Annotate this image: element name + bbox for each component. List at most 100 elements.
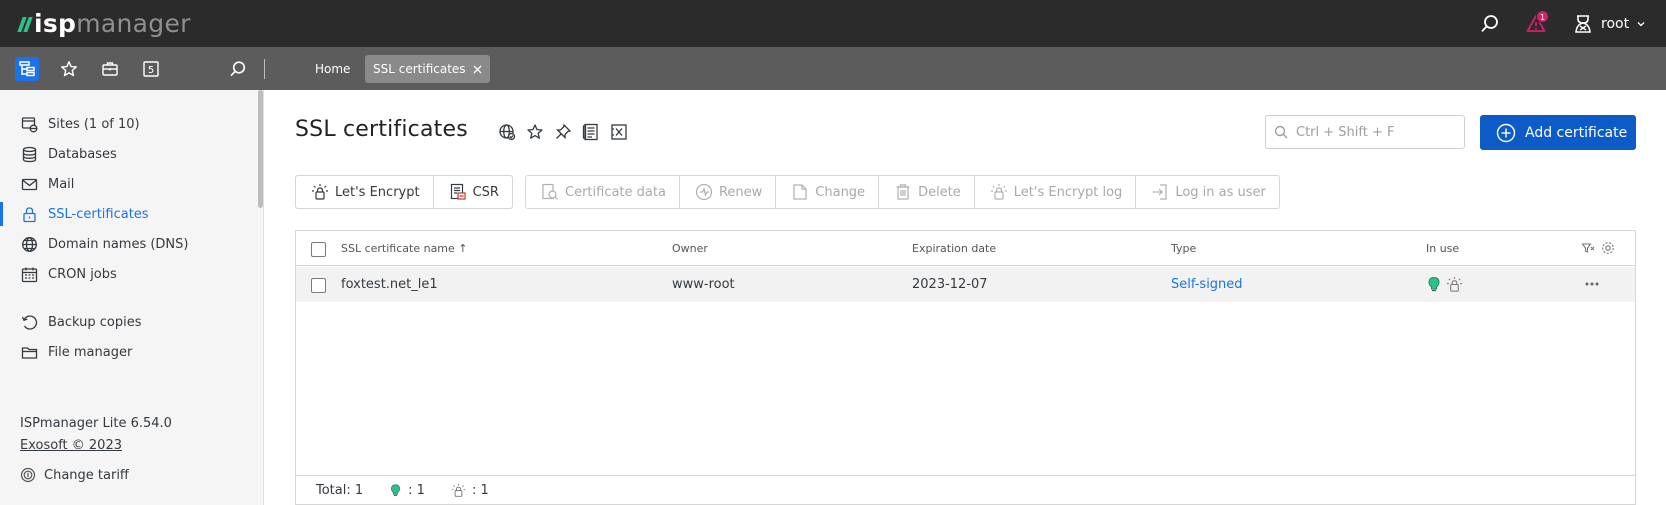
change-button[interactable]: Change xyxy=(776,176,880,208)
csr-button[interactable]: CSR xyxy=(434,176,512,208)
favorite-star-icon[interactable] xyxy=(525,122,545,142)
sort-ascending-icon: ↑ xyxy=(458,242,468,255)
window-five-icon[interactable]: 5 xyxy=(139,57,163,81)
sidebar-item-file-manager[interactable]: File manager xyxy=(0,338,258,366)
tree-menu-icon[interactable] xyxy=(15,57,39,81)
title-actions xyxy=(497,122,629,142)
breadcrumb-label: SSL certificates xyxy=(373,62,466,76)
add-certificate-button[interactable]: Add certificate xyxy=(1480,115,1636,150)
lets-encrypt-log-button[interactable]: Let's Encrypt log xyxy=(975,176,1137,208)
log-in-as-user-button[interactable]: Log in as user xyxy=(1136,176,1279,208)
chevron-down-icon xyxy=(1637,20,1645,28)
lets-encrypt-button[interactable]: Let's Encrypt xyxy=(296,176,434,208)
sidebar-scrollbar[interactable] xyxy=(258,90,263,208)
certificate-data-button[interactable]: Certificate data xyxy=(526,176,680,208)
sidebar-item-backup-copies[interactable]: Backup copies xyxy=(0,308,258,336)
toolbar-group-actions: Certificate data Renew Change Delete Let… xyxy=(525,175,1280,209)
cell-name: foxtest.net_le1 xyxy=(341,277,438,292)
sidebar: Sites (1 of 10) Databases Mail SSL-certi… xyxy=(0,90,264,505)
lets-encrypt-count: : 1 xyxy=(471,483,489,498)
change-tariff-label: Change tariff xyxy=(44,467,129,483)
sidebar-item-label: Domain names (DNS) xyxy=(48,236,189,252)
column-header-type[interactable]: Type xyxy=(1171,231,1196,266)
cell-expiration: 2023-12-07 xyxy=(912,277,988,292)
delete-button[interactable]: Delete xyxy=(879,176,975,208)
user-icon xyxy=(1573,14,1593,34)
column-header-owner[interactable]: Owner xyxy=(672,231,708,266)
favorites-star-icon[interactable] xyxy=(57,57,81,81)
filter-icon[interactable] xyxy=(1581,241,1595,255)
certificates-table: SSL certificate name ↑ Owner Expiration … xyxy=(295,230,1636,505)
delete-label: Delete xyxy=(918,184,961,200)
sidebar-item-label: SSL-certificates xyxy=(48,206,149,222)
tariff-icon xyxy=(20,467,36,483)
lock-icon xyxy=(20,205,38,223)
table-search[interactable] xyxy=(1265,115,1465,149)
column-header-name[interactable]: SSL certificate name ↑ xyxy=(341,231,468,266)
log-in-as-user-label: Log in as user xyxy=(1175,184,1266,200)
user-name: root xyxy=(1601,16,1630,32)
globe-cert-icon[interactable] xyxy=(497,122,517,142)
sidebar-item-domain-names[interactable]: Domain names (DNS) xyxy=(0,230,258,258)
column-header-expiration[interactable]: Expiration date xyxy=(912,231,996,266)
globe-icon xyxy=(20,235,38,253)
search-input[interactable] xyxy=(1296,124,1456,140)
sidebar-item-ssl-certificates[interactable]: SSL-certificates xyxy=(0,200,258,228)
footer-lightbulb-icon xyxy=(389,483,402,498)
breadcrumb-ssl-certificates[interactable]: SSL certificates xyxy=(365,55,490,83)
backup-icon xyxy=(20,313,38,331)
sites-icon xyxy=(20,115,38,133)
user-menu[interactable]: root xyxy=(1573,12,1645,36)
cell-owner: www-root xyxy=(672,277,735,292)
csr-icon xyxy=(449,183,467,201)
table-row[interactable]: foxtest.net_le1 www-root 2023-12-07 Self… xyxy=(296,267,1635,302)
folder-icon xyxy=(20,343,38,361)
row-more-icon[interactable] xyxy=(1584,278,1600,290)
pin-icon[interactable] xyxy=(553,122,573,142)
login-icon xyxy=(1151,183,1169,201)
row-checkbox[interactable] xyxy=(311,278,326,293)
renew-button[interactable]: Renew xyxy=(680,176,777,208)
sidebar-item-sites[interactable]: Sites (1 of 10) xyxy=(0,110,258,138)
logo[interactable]: ispmanager xyxy=(17,9,191,38)
breadcrumb-home[interactable]: Home xyxy=(307,55,358,83)
lets-encrypt-icon xyxy=(311,183,329,201)
sidebar-item-label: Databases xyxy=(48,146,117,162)
csr-label: CSR xyxy=(472,184,499,200)
renew-icon xyxy=(695,183,713,201)
change-label: Change xyxy=(815,184,866,200)
subbar-divider xyxy=(264,59,265,79)
sidebar-item-label: CRON jobs xyxy=(48,266,117,282)
close-tab-icon[interactable] xyxy=(473,65,482,74)
menu-search-icon[interactable] xyxy=(226,57,250,81)
sidebar-item-mail[interactable]: Mail xyxy=(0,170,258,198)
total-count: Total: 1 xyxy=(316,483,364,498)
cell-type-link[interactable]: Self-signed xyxy=(1171,267,1243,302)
column-header-in-use[interactable]: In use xyxy=(1426,231,1459,266)
in-use-lets-encrypt-icon xyxy=(1446,276,1463,293)
table-header: SSL certificate name ↑ Owner Expiration … xyxy=(296,231,1635,266)
log-icon xyxy=(990,183,1008,201)
trash-icon xyxy=(894,183,912,201)
document-icon[interactable] xyxy=(581,122,601,142)
copyright-link[interactable]: Exosoft © 2023 xyxy=(20,438,122,453)
global-search-icon[interactable] xyxy=(1478,12,1502,36)
select-all-checkbox[interactable] xyxy=(311,242,326,257)
sidebar-item-label: Backup copies xyxy=(48,314,142,330)
edit-icon xyxy=(791,183,809,201)
add-certificate-label: Add certificate xyxy=(1525,124,1628,141)
footer-lets-encrypt-icon xyxy=(451,483,466,498)
logo-mark-icon xyxy=(17,16,33,32)
logo-isp: isp xyxy=(34,9,77,38)
sidebar-item-cron-jobs[interactable]: CRON jobs xyxy=(0,260,258,288)
notifications-icon[interactable]: 1 xyxy=(1524,10,1549,36)
settings-gear-icon[interactable] xyxy=(1601,241,1615,255)
briefcase-icon[interactable] xyxy=(98,57,122,81)
renew-label: Renew xyxy=(718,184,763,200)
in-use-lightbulb-icon xyxy=(1426,276,1442,293)
excel-icon[interactable] xyxy=(609,122,629,142)
sidebar-item-label: Mail xyxy=(48,176,75,192)
sub-bar: 5 Home SSL certificates xyxy=(0,47,1666,90)
sidebar-item-databases[interactable]: Databases xyxy=(0,140,258,168)
change-tariff-link[interactable]: Change tariff xyxy=(20,463,129,487)
